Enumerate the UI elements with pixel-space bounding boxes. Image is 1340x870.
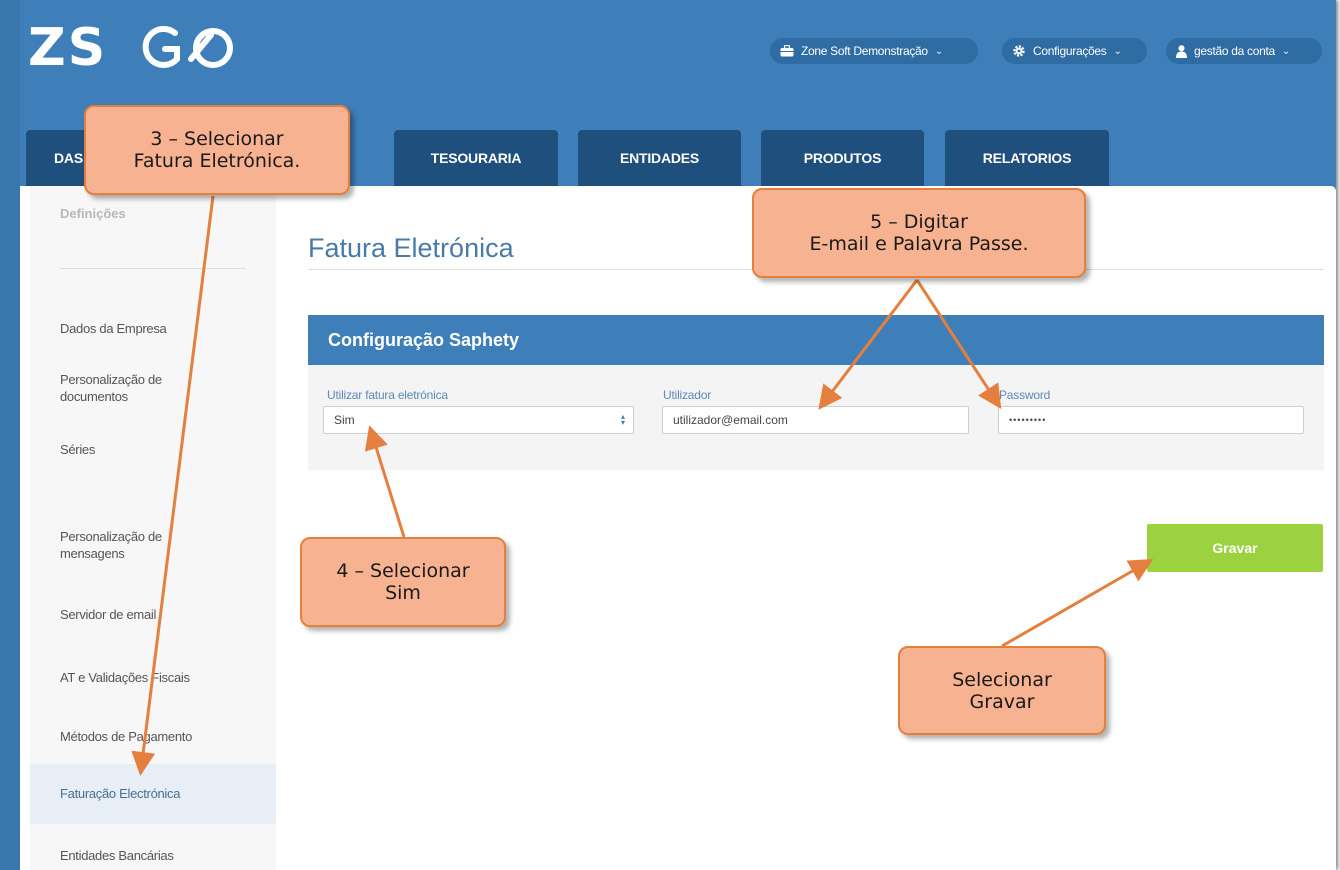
- tab-tesouraria[interactable]: TESOURARIA: [394, 130, 558, 186]
- sidebar-item-servidor-email[interactable]: Servidor de email: [30, 606, 276, 623]
- callout-step5: 5 – Digitar E-mail e Palavra Passe.: [752, 188, 1086, 278]
- sidebar-item-series[interactable]: Séries: [30, 441, 276, 458]
- save-button[interactable]: Gravar: [1147, 524, 1323, 572]
- section-title: Configuração Saphety: [328, 329, 520, 350]
- tab-relatorios[interactable]: RELATORIOS: [945, 130, 1109, 186]
- chevron-down-icon: ⌄: [934, 45, 943, 57]
- briefcase-icon: [780, 45, 794, 57]
- tab-label: RELATORIOS: [982, 150, 1072, 166]
- callout-step4-text: 4 – Selecionar Sim: [336, 560, 470, 604]
- company-menu-label: Zone Soft Demonstração: [801, 44, 928, 58]
- tab-label: ENTIDADES: [619, 150, 700, 166]
- sidebar-title: Definições: [60, 206, 126, 221]
- sidebar-item-at-validacoes[interactable]: AT e Validações Fiscais: [30, 669, 276, 686]
- logo-zs: ZS: [28, 18, 108, 78]
- tab-produtos[interactable]: PRODUTOS: [761, 130, 924, 186]
- page-title: Fatura Eletrónica: [308, 233, 514, 263]
- sidebar-item-faturacao-electronica[interactable]: Faturação Electrónica: [30, 764, 276, 824]
- zs-go-logo[interactable]: ZS: [28, 22, 235, 74]
- password-value: •••••••••: [1009, 415, 1047, 425]
- callout-step4: 4 – Selecionar Sim: [300, 537, 506, 627]
- password-input[interactable]: •••••••••: [998, 406, 1304, 434]
- section-header: Configuração Saphety: [308, 315, 1324, 365]
- user-label: Utilizador: [663, 388, 712, 402]
- use-einvoice-value: Sim: [334, 413, 355, 427]
- user-input[interactable]: utilizador@email.com: [662, 406, 969, 434]
- use-einvoice-label: Utilizar fatura eletrónica: [327, 388, 448, 402]
- settings-sidebar: Definições Dados da Empresa Personalizaç…: [30, 186, 276, 870]
- callout-step5-text: 5 – Digitar E-mail e Palavra Passe.: [809, 211, 1029, 255]
- callout-save: Selecionar Gravar: [898, 646, 1106, 735]
- tab-label: TESOURARIA: [430, 150, 522, 166]
- logo-go-mark: [142, 26, 234, 68]
- account-menu-label: gestão da conta: [1194, 44, 1275, 58]
- gear-icon: [1012, 44, 1026, 58]
- password-label: Password: [999, 388, 1051, 402]
- tab-entidades[interactable]: ENTIDADES: [578, 130, 741, 186]
- chevron-down-icon: ⌄: [1281, 45, 1290, 57]
- callout-step3-text: 3 – Selecionar Fatura Eletrónica.: [133, 128, 301, 172]
- tab-label: DAS: [54, 150, 83, 166]
- chevron-down-icon: ⌄: [1113, 45, 1122, 57]
- use-einvoice-select[interactable]: Sim ▴ ▾: [323, 406, 634, 434]
- settings-menu-label: Configurações: [1033, 44, 1107, 58]
- user-value: utilizador@email.com: [673, 413, 788, 427]
- sidebar-item-personalizacao-mensagens[interactable]: Personalização de mensagens: [30, 528, 276, 562]
- callout-save-text: Selecionar Gravar: [952, 668, 1052, 713]
- user-icon: [1176, 44, 1187, 58]
- select-arrows-icon: ▴ ▾: [620, 412, 625, 427]
- sidebar-item-entidades-bancarias[interactable]: Entidades Bancárias: [30, 847, 276, 864]
- window-edge: [0, 0, 20, 870]
- sidebar-item-dados-empresa[interactable]: Dados da Empresa: [30, 320, 276, 337]
- tab-label: PRODUTOS: [803, 150, 882, 166]
- company-menu[interactable]: Zone Soft Demonstração ⌄: [770, 38, 978, 64]
- sidebar-item-metodos-pagamento[interactable]: Métodos de Pagamento: [30, 728, 276, 745]
- sidebar-item-personalizacao-documentos[interactable]: Personalização de documentos: [30, 371, 276, 405]
- callout-step3: 3 – Selecionar Fatura Eletrónica.: [84, 105, 350, 195]
- settings-menu[interactable]: Configurações ⌄: [1002, 38, 1147, 64]
- divider: [60, 268, 246, 269]
- account-menu[interactable]: gestão da conta ⌄: [1166, 38, 1322, 64]
